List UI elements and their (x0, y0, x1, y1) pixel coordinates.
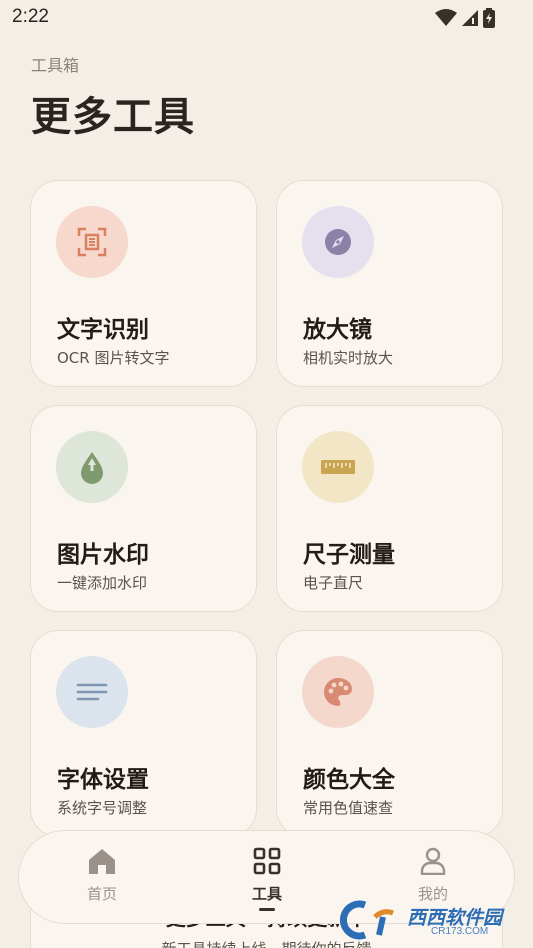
nav-label: 首页 (86, 885, 117, 903)
status-icons (435, 8, 495, 28)
ruler-icon-circle (302, 431, 374, 503)
tool-card-desc: 一键添加水印 (57, 574, 148, 592)
person-icon (420, 847, 446, 875)
nav-item-home[interactable]: 首页 (52, 845, 152, 915)
ocr-scan-icon (77, 227, 107, 257)
signal-icon (462, 10, 478, 26)
tool-card-ocr[interactable]: 文字识别 OCR 图片转文字 (30, 180, 257, 387)
wifi-icon (435, 9, 457, 26)
tool-card-desc: 系统字号调整 (57, 799, 148, 817)
font-icon-circle (56, 656, 128, 728)
tool-card-title: 颜色大全 (303, 767, 395, 793)
battery-icon (483, 8, 495, 28)
watermark-icon-circle (56, 431, 128, 503)
tool-card-title: 尺子测量 (303, 542, 395, 568)
compass-icon (325, 229, 351, 255)
page-header: 工具箱 更多工具 (31, 52, 195, 142)
tool-card-desc: OCR 图片转文字 (57, 349, 170, 367)
tool-card-ruler[interactable]: 尺子测量 电子直尺 (276, 405, 503, 612)
magnifier-icon-circle (302, 206, 374, 278)
water-drop-icon (81, 452, 103, 484)
text-lines-icon (76, 683, 108, 701)
tool-card-title: 字体设置 (57, 767, 149, 793)
watermark-logo-icon (340, 900, 394, 940)
nav-item-tools[interactable]: 工具 (217, 845, 317, 915)
grid-icon (253, 847, 281, 875)
status-time: 2:22 (12, 6, 49, 27)
ocr-icon-circle (56, 206, 128, 278)
tool-card-magnifier[interactable]: 放大镜 相机实时放大 (276, 180, 503, 387)
page-title: 更多工具 (31, 94, 195, 140)
active-tab-indicator (259, 908, 275, 911)
home-icon (89, 849, 115, 874)
tool-card-title: 放大镜 (303, 317, 372, 343)
tool-card-colors[interactable]: 颜色大全 常用色值速查 (276, 630, 503, 837)
site-watermark: 西西软件园 CR173.COM (335, 899, 515, 943)
tool-card-desc: 电子直尺 (303, 574, 364, 592)
tool-card-font[interactable]: 字体设置 系统字号调整 (30, 630, 257, 837)
page-subtitle: 工具箱 (31, 56, 80, 75)
nav-label: 工具 (251, 885, 282, 903)
tool-card-desc: 相机实时放大 (303, 349, 394, 367)
watermark-sub: CR173.COM (431, 926, 489, 937)
tool-card-title: 文字识别 (57, 317, 149, 343)
tool-card-watermark[interactable]: 图片水印 一键添加水印 (30, 405, 257, 612)
colors-icon-circle (302, 656, 374, 728)
tool-card-desc: 常用色值速查 (303, 799, 394, 817)
tool-card-title: 图片水印 (57, 542, 149, 568)
status-bar: 2:22 (0, 0, 533, 36)
ruler-icon (321, 460, 355, 474)
palette-icon (324, 678, 352, 706)
